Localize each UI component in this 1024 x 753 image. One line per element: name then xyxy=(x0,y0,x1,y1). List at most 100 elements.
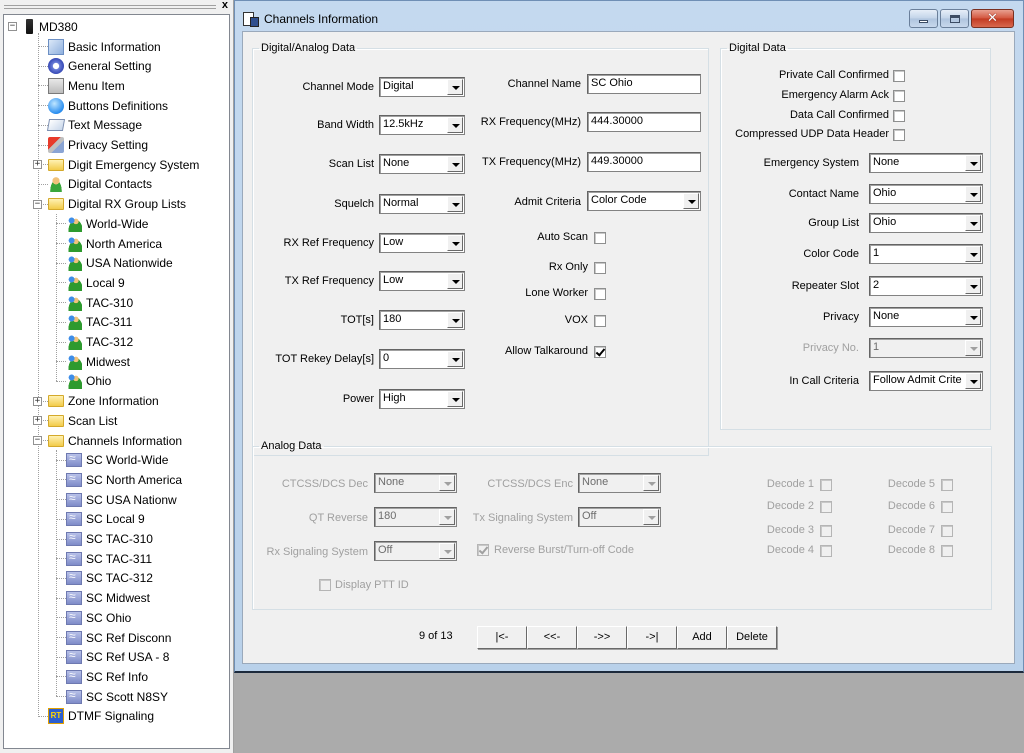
maximize-button[interactable] xyxy=(940,9,969,28)
tree-item[interactable]: Buttons Definitions xyxy=(48,96,168,115)
tree-item[interactable]: Privacy Setting xyxy=(48,136,148,155)
tree-item[interactable]: SC Scott N8SY xyxy=(66,687,168,706)
tree-item[interactable]: SC USA Nationw xyxy=(66,490,177,509)
tree-item[interactable]: SC Ref Info xyxy=(66,667,148,686)
chevron-down-icon[interactable] xyxy=(447,312,463,328)
tree-item[interactable]: North America xyxy=(66,234,162,253)
contact-name-select[interactable]: Ohio xyxy=(869,184,983,204)
vox-checkbox[interactable] xyxy=(594,315,606,327)
in-call-criteria-select[interactable]: Follow Admit Criteria xyxy=(869,371,983,391)
tree-item[interactable]: Channels Information xyxy=(48,431,182,450)
collapse-icon[interactable]: − xyxy=(33,436,42,445)
tree-item[interactable]: SC TAC-311 xyxy=(66,549,152,568)
last-record-button[interactable]: ->| xyxy=(627,626,677,649)
tree-item[interactable]: Digital Contacts xyxy=(48,175,152,194)
tree-item[interactable]: General Setting xyxy=(48,57,151,76)
tree-item[interactable]: SC Midwest xyxy=(66,589,150,608)
minimize-button[interactable] xyxy=(909,9,938,28)
rx-frequency-input[interactable]: 444.30000 xyxy=(587,112,701,132)
repeater-slot-select[interactable]: 2 xyxy=(869,276,983,296)
private-call-confirmed-checkbox[interactable] xyxy=(893,70,905,82)
expand-icon[interactable]: + xyxy=(33,396,42,406)
tree-item[interactable]: Scan List xyxy=(48,411,117,430)
tree-item[interactable]: SC Local 9 xyxy=(66,510,145,529)
privacy-select[interactable]: None xyxy=(869,307,983,327)
chevron-down-icon[interactable] xyxy=(965,246,981,262)
band-width-select[interactable]: 12.5kHz xyxy=(379,115,465,135)
tree-item[interactable]: SC North America xyxy=(66,470,182,489)
chevron-down-icon[interactable] xyxy=(447,391,463,407)
tree-item[interactable]: Digital RX Group Lists xyxy=(48,195,186,214)
chevron-down-icon[interactable] xyxy=(965,155,981,171)
pane-grip[interactable] xyxy=(4,5,216,9)
collapse-icon[interactable]: − xyxy=(33,199,42,209)
allow-talkaround-checkbox[interactable] xyxy=(594,346,606,358)
data-call-confirmed-checkbox[interactable] xyxy=(893,110,905,122)
tree-item[interactable]: SC Ohio xyxy=(66,608,131,627)
tree-item[interactable]: RT DTMF Signaling xyxy=(48,707,154,726)
chevron-down-icon[interactable] xyxy=(447,273,463,289)
tree-item[interactable]: World-Wide xyxy=(66,214,148,233)
add-button[interactable]: Add xyxy=(677,626,727,649)
color-code-select[interactable]: 1 xyxy=(869,244,983,264)
channel-mode-select[interactable]: Digital xyxy=(379,77,465,97)
next-record-button[interactable]: ->> xyxy=(577,626,627,649)
chevron-down-icon[interactable] xyxy=(447,79,463,95)
chevron-down-icon[interactable] xyxy=(683,193,699,209)
close-button[interactable]: ✕ xyxy=(971,9,1014,28)
rx-ref-frequency-select[interactable]: Low xyxy=(379,233,465,253)
tot-s-select[interactable]: 180 xyxy=(379,310,465,330)
tree-item[interactable]: Local 9 xyxy=(66,273,125,292)
chevron-down-icon[interactable] xyxy=(447,196,463,212)
tree-item[interactable]: Basic Information xyxy=(48,37,161,56)
tree-item[interactable]: SC TAC-310 xyxy=(66,530,153,549)
chevron-down-icon[interactable] xyxy=(965,186,981,202)
pane-close-button[interactable]: x xyxy=(222,0,228,11)
delete-button[interactable]: Delete xyxy=(727,626,777,649)
chevron-down-icon[interactable] xyxy=(965,278,981,294)
squelch-select[interactable]: Normal xyxy=(379,194,465,214)
tree-item[interactable]: Ohio xyxy=(66,372,111,391)
collapse-icon[interactable]: − xyxy=(8,22,17,31)
tx-ref-frequency-select[interactable]: Low xyxy=(379,271,465,291)
tree-item[interactable]: SC World-Wide xyxy=(66,451,168,470)
tree-item[interactable]: Menu Item xyxy=(48,76,125,95)
previous-record-button[interactable]: <<- xyxy=(527,626,577,649)
chevron-down-icon[interactable] xyxy=(965,309,981,325)
expand-icon[interactable]: + xyxy=(33,416,42,426)
chevron-down-icon[interactable] xyxy=(965,373,981,389)
compressed-udp-data-header-checkbox[interactable] xyxy=(893,129,905,141)
tree-item[interactable]: TAC-310 xyxy=(66,293,133,312)
tree-item[interactable]: SC TAC-312 xyxy=(66,569,153,588)
tree-item[interactable]: SC Ref USA - 8 xyxy=(66,648,169,667)
tree-item[interactable]: TAC-312 xyxy=(66,333,133,352)
rx-only-checkbox[interactable] xyxy=(594,262,606,274)
chevron-down-icon[interactable] xyxy=(447,156,463,172)
tot-rekey-delay-s-select[interactable]: 0 xyxy=(379,349,465,369)
auto-scan-checkbox[interactable] xyxy=(594,232,606,244)
tree-item[interactable]: TAC-311 xyxy=(66,313,132,332)
first-record-button[interactable]: |<- xyxy=(477,626,527,649)
group-list-select[interactable]: Ohio xyxy=(869,213,983,233)
tree-item[interactable]: SC Ref Disconn xyxy=(66,628,171,647)
tree-item[interactable]: Text Message xyxy=(46,116,142,135)
channel-name-input[interactable]: SC Ohio xyxy=(587,74,701,94)
chevron-down-icon[interactable] xyxy=(965,215,981,231)
chevron-down-icon[interactable] xyxy=(447,351,463,367)
tree-item[interactable]: Digit Emergency System xyxy=(48,155,199,174)
tree-item-root[interactable]: − MD380 xyxy=(8,17,78,36)
tree-pane-header[interactable]: x xyxy=(2,0,230,14)
chevron-down-icon[interactable] xyxy=(447,235,463,251)
tree-view[interactable]: − MD380 Basic Information General Setting… xyxy=(3,14,230,749)
power-select[interactable]: High xyxy=(379,389,465,409)
emergency-alarm-ack-checkbox[interactable] xyxy=(893,90,905,102)
tx-frequency-input[interactable]: 449.30000 xyxy=(587,152,701,172)
expand-icon[interactable]: + xyxy=(33,160,42,170)
chevron-down-icon[interactable] xyxy=(447,117,463,133)
lone-worker-checkbox[interactable] xyxy=(594,288,606,300)
scan-list-select[interactable]: None xyxy=(379,154,465,174)
emergency-system-select[interactable]: None xyxy=(869,153,983,173)
tree-item[interactable]: Zone Information xyxy=(48,392,159,411)
tree-item[interactable]: USA Nationwide xyxy=(66,254,173,273)
admit-criteria-select[interactable]: Color Code xyxy=(587,191,701,211)
